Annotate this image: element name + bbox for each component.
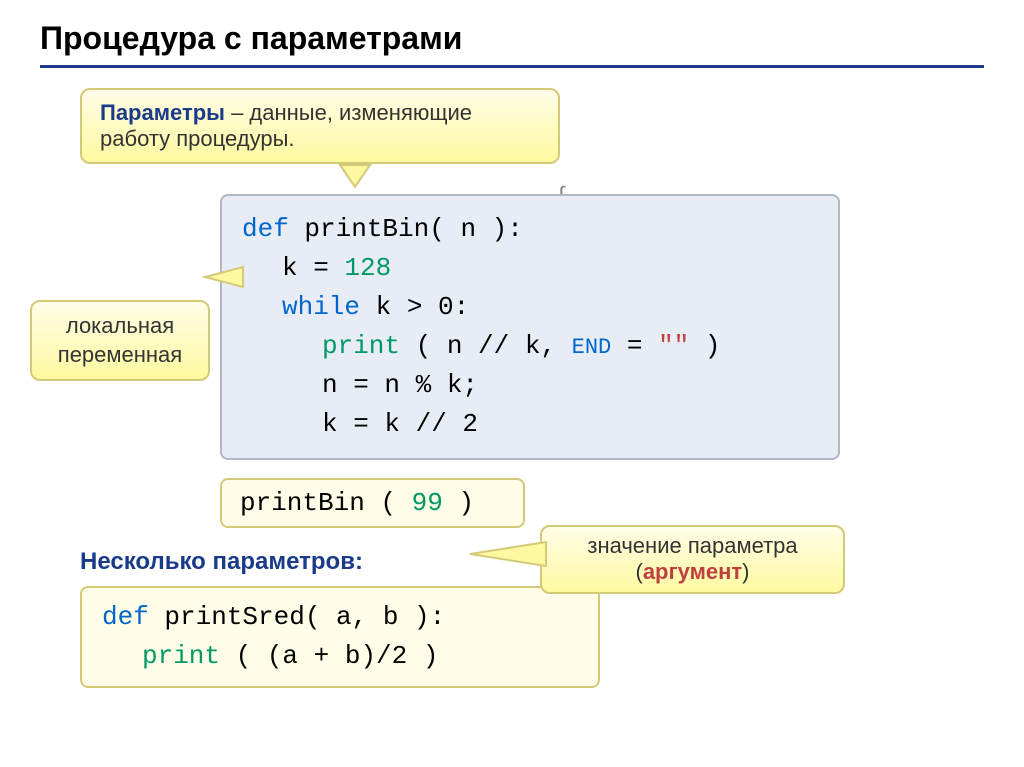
code-line-3: while k > 0: (242, 288, 818, 327)
code-text: ) (443, 488, 474, 518)
kw-print: print (322, 331, 400, 361)
subtitle-multi: Несколько параметров: (80, 548, 984, 576)
callout-emph: аргумент (643, 559, 742, 584)
kw-def: def (102, 602, 149, 632)
kw-def: def (242, 214, 289, 244)
code-line-2: k = 128 (242, 249, 818, 288)
code-line-5: n = n % k; (242, 366, 818, 405)
callout-local-var: локальная переменная (30, 300, 210, 381)
code-number: 99 (412, 488, 443, 518)
code-line-4: print ( n // k, end = "" ) (242, 327, 818, 366)
code-text: k = k // 2 (242, 405, 478, 444)
code-line-6: k = k // 2 (242, 405, 818, 444)
callout-text: ) (742, 559, 749, 584)
kw-end: end (572, 335, 612, 360)
connector-top (340, 165, 370, 189)
code-text: = (611, 331, 658, 361)
callout-text: значение параметра (587, 533, 797, 558)
code-block-call: printBin ( 99 ) (220, 478, 525, 528)
code-number: 128 (344, 253, 391, 283)
code-text: k = (282, 253, 344, 283)
code-text: ) (689, 331, 720, 361)
code-block-procedure: def printBin( n ): k = 128 while k > 0: … (220, 194, 840, 460)
callout-parameters-def: Параметры – данные, изменяющие работу пр… (80, 88, 560, 164)
code-block-multi: def printSred( a, b ): print ( (a + b)/2… (80, 586, 600, 688)
kw-print: print (142, 641, 220, 671)
code-text: printSred( a, b ): (149, 602, 445, 632)
callout-argument: значение параметра (аргумент) (540, 525, 845, 594)
params-word: Параметры (100, 100, 225, 125)
code-line-1: def printBin( n ): (242, 210, 818, 249)
code-line-m1: def printSred( a, b ): (102, 598, 578, 637)
code-text: k > 0: (360, 292, 469, 322)
page-title: Процедура с параметрами (40, 20, 984, 68)
callout-text: локальная переменная (58, 313, 182, 367)
code-string: "" (658, 331, 689, 361)
code-line-m2: print ( (a + b)/2 ) (102, 637, 578, 676)
code-text: printBin( n ): (289, 214, 523, 244)
kw-while: while (282, 292, 360, 322)
callout-text: ( (635, 559, 642, 584)
code-text: n = n % k; (242, 366, 478, 405)
code-text: ( (a + b)/2 ) (220, 641, 438, 671)
code-text: printBin ( (240, 488, 412, 518)
code-text: ( n // k, (400, 331, 572, 361)
